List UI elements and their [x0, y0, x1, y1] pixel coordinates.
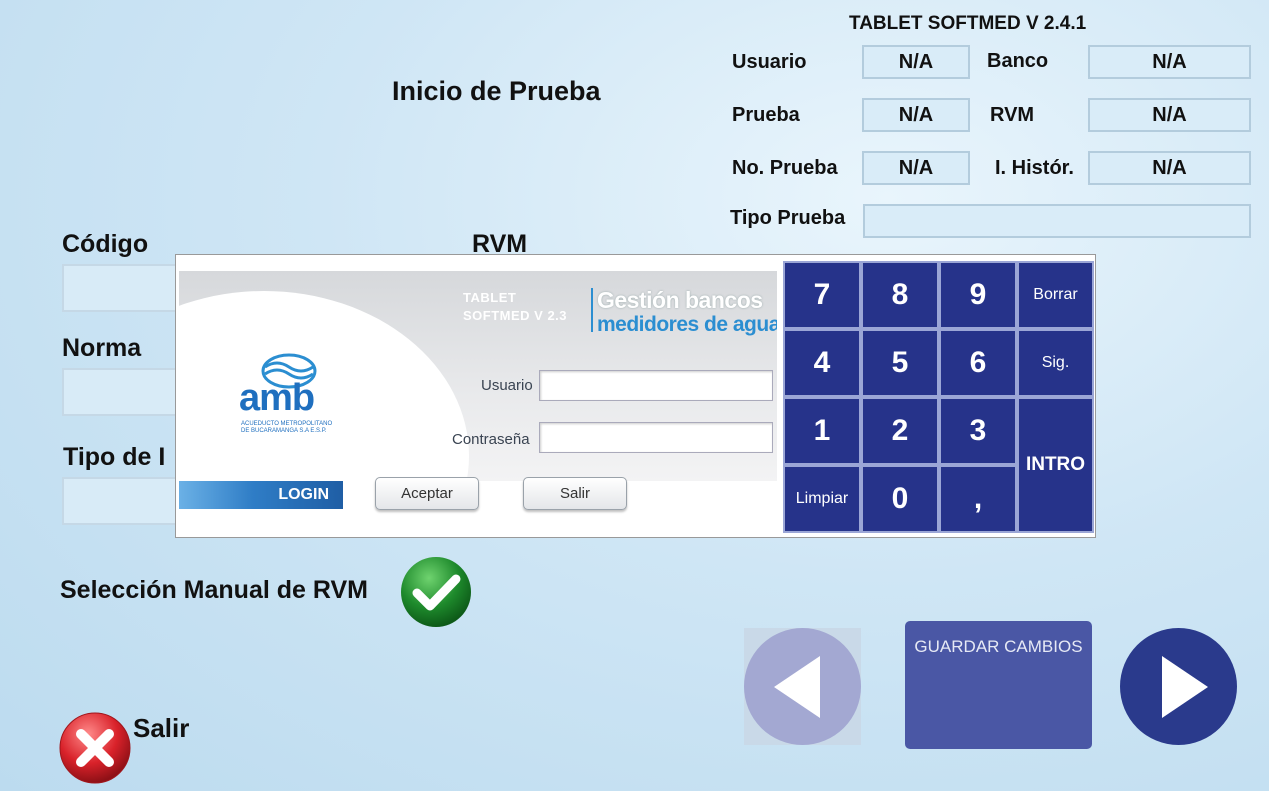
login-salir-button[interactable]: Salir	[523, 477, 627, 510]
salir-label: Salir	[133, 713, 190, 743]
key-sig[interactable]: Sig.	[1017, 329, 1094, 397]
manual-rvm-toggle[interactable]	[399, 555, 473, 629]
key-comma[interactable]: ,	[939, 465, 1017, 533]
check-icon	[401, 557, 471, 627]
key-6[interactable]: 6	[939, 329, 1017, 397]
manual-rvm-label: Selección Manual de RVM	[60, 576, 368, 604]
rvm-info-value: N/A	[1088, 98, 1251, 132]
no-prueba-label: No. Prueba	[732, 157, 838, 179]
login-tag: LOGIN	[179, 481, 343, 509]
amb-logo: amb ACUEDUCTO METROPOLITANO DE BUCARAMAN…	[239, 347, 359, 447]
tipo-prueba-label: Tipo Prueba	[730, 207, 846, 229]
key-5[interactable]: 5	[861, 329, 939, 397]
login-panel: TABLET SOFTMED V 2.3 Gestión bancos medi…	[179, 271, 777, 521]
key-borrar[interactable]: Borrar	[1017, 261, 1094, 329]
prueba-label: Prueba	[732, 104, 800, 126]
arrow-right-icon	[1161, 655, 1208, 718]
logo-text: amb	[239, 377, 315, 419]
login-version-text: TABLET SOFTMED V 2.3	[463, 290, 568, 323]
close-icon	[59, 712, 131, 784]
codigo-label: Código	[62, 230, 149, 258]
brand-subtitle: medidores de agua	[597, 313, 777, 336]
usuario-value: N/A	[862, 45, 970, 79]
key-2[interactable]: 2	[861, 397, 939, 465]
prueba-value: N/A	[862, 98, 970, 132]
tipo-label: Tipo de I	[63, 443, 166, 471]
key-8[interactable]: 8	[861, 261, 939, 329]
key-0[interactable]: 0	[861, 465, 939, 533]
login-dialog: TABLET SOFTMED V 2.3 Gestión bancos medi…	[175, 254, 1096, 538]
previous-button[interactable]	[744, 628, 861, 745]
rvm-info-label: RVM	[990, 104, 1035, 126]
banco-value: N/A	[1088, 45, 1251, 79]
aceptar-button[interactable]: Aceptar	[375, 477, 479, 510]
guardar-cambios-button[interactable]: GUARDAR CAMBIOS	[905, 621, 1092, 749]
usuario-label: Usuario	[732, 51, 807, 73]
key-7[interactable]: 7	[783, 261, 861, 329]
login-contrasena-label: Contraseña	[452, 431, 530, 448]
arrow-left-icon	[773, 655, 820, 718]
login-contrasena-input[interactable]	[539, 422, 773, 453]
numeric-keypad: 7 8 9 Borrar 4 5 6 Sig. 1 2 3 INTRO Limp…	[783, 261, 1094, 533]
key-4[interactable]: 4	[783, 329, 861, 397]
i-historico-label: I. Histór.	[995, 157, 1074, 179]
norma-label: Norma	[62, 334, 142, 362]
key-9[interactable]: 9	[939, 261, 1017, 329]
login-usuario-input[interactable]	[539, 370, 773, 401]
salir-button[interactable]	[58, 711, 132, 785]
brand-title: Gestión bancos	[597, 287, 763, 313]
key-intro[interactable]: INTRO	[1017, 397, 1094, 533]
login-usuario-label: Usuario	[481, 377, 533, 394]
tipo-prueba-value	[863, 204, 1251, 238]
next-button[interactable]	[1120, 628, 1237, 745]
i-historico-value: N/A	[1088, 151, 1251, 185]
key-1[interactable]: 1	[783, 397, 861, 465]
app-title: TABLET SOFTMED V 2.4.1	[849, 13, 1087, 34]
page-title: Inicio de Prueba	[392, 76, 601, 106]
no-prueba-value: N/A	[862, 151, 970, 185]
key-3[interactable]: 3	[939, 397, 1017, 465]
banco-label: Banco	[987, 50, 1049, 72]
key-limpiar[interactable]: Limpiar	[783, 465, 861, 533]
